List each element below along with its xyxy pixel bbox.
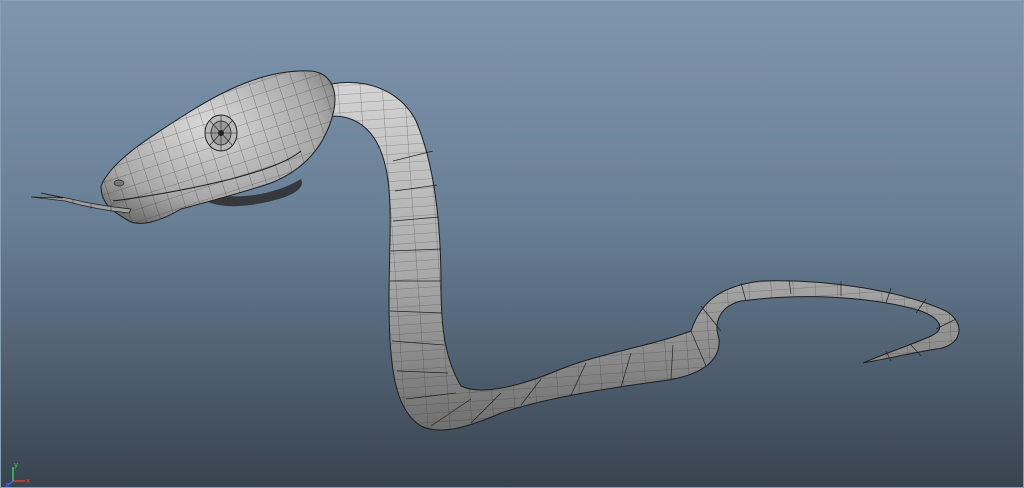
- nostril: [113, 179, 125, 187]
- y-axis-label: y: [14, 461, 18, 469]
- eye: [204, 114, 238, 152]
- z-axis-label: z: [5, 481, 9, 487]
- snake-body-mesh: [301, 82, 959, 431]
- axis-gizmo: x y z: [5, 461, 30, 487]
- 3d-viewport[interactable]: x y z: [0, 0, 1024, 488]
- snake-model[interactable]: [1, 1, 1024, 488]
- x-axis-label: x: [26, 477, 30, 485]
- neck-edge-loops: [389, 150, 957, 427]
- z-axis-line: [7, 480, 14, 486]
